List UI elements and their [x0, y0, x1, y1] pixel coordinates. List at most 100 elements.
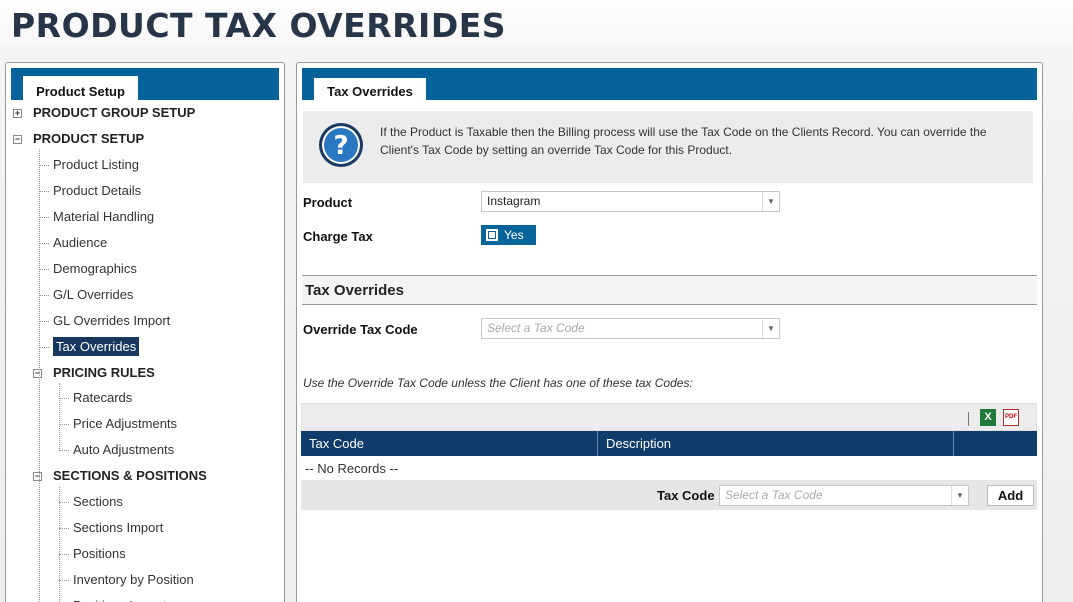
nav-item-label: Auto Adjustments	[73, 442, 175, 457]
charge-tax-value: Yes	[504, 228, 524, 242]
tree-connector	[39, 295, 49, 296]
expand-icon[interactable]: +	[13, 109, 22, 118]
left-nav-panel: Product Setup PRODUCT GROUP SETUP + PRODUC…	[5, 62, 285, 602]
tree-connector	[59, 580, 69, 581]
nav-item-product-group-setup[interactable]: PRODUCT GROUP SETUP	[33, 103, 195, 123]
nav-item-inventory-by-position[interactable]: Inventory by Position	[73, 570, 194, 590]
nav-item-label: Product Listing	[53, 157, 139, 172]
nav-item-label: Ratecards	[73, 390, 133, 405]
nav-item-demographics[interactable]: Demographics	[53, 259, 137, 279]
nav-item-audience[interactable]: Audience	[53, 233, 107, 253]
add-button[interactable]: Add	[987, 485, 1034, 506]
tree-connector	[39, 321, 49, 322]
nav-item-tax-overrides[interactable]: Tax Overrides	[53, 337, 140, 357]
nav-item-price-adjustments[interactable]: Price Adjustments	[73, 414, 177, 434]
nav-item-label: Sections	[73, 494, 123, 509]
nav-item-positions-import[interactable]: Positions Import	[73, 596, 166, 602]
override-tax-code-label: Override Tax Code	[303, 322, 418, 337]
tree-connector	[39, 243, 49, 244]
nav-item-label: GL Overrides Import	[53, 313, 171, 328]
nav-item-gl-overrides-import[interactable]: GL Overrides Import	[53, 311, 170, 331]
nav-item-label: PRODUCT GROUP SETUP	[33, 105, 196, 120]
collapse-icon[interactable]: −	[13, 135, 22, 144]
tree-connector	[59, 383, 60, 449]
checkbox-icon	[486, 229, 498, 241]
nav-item-auto-adjustments[interactable]: Auto Adjustments	[73, 440, 174, 460]
nav-item-label: Product Details	[53, 183, 142, 198]
chevron-down-icon[interactable]: ▼	[762, 192, 779, 211]
nav-item-label: Sections Import	[73, 520, 164, 535]
tree-connector	[59, 398, 69, 399]
footer-tax-code-select[interactable]: Select a Tax Code ▼	[719, 485, 969, 506]
nav-item-label: Positions	[73, 546, 126, 561]
grid-footer: Tax Code Select a Tax Code ▼ Add	[301, 481, 1037, 510]
tree-connector	[59, 554, 69, 555]
override-tax-code-select[interactable]: Select a Tax Code ▼	[481, 318, 780, 339]
nav-item-sections-positions[interactable]: SECTIONS & POSITIONS	[53, 466, 207, 486]
collapse-icon[interactable]: −	[33, 369, 42, 378]
svg-text:?: ?	[333, 131, 348, 161]
nav-item-pricing-rules[interactable]: PRICING RULES	[53, 363, 155, 383]
tree-connector	[39, 269, 49, 270]
product-select[interactable]: Instagram ▼	[481, 191, 780, 212]
tree-connector	[59, 528, 69, 529]
footer-tax-code-placeholder: Select a Tax Code	[725, 488, 823, 502]
override-note: Use the Override Tax Code unless the Cli…	[303, 376, 693, 390]
main-panel: Tax Overrides ? If the Product is Taxabl…	[296, 62, 1043, 602]
nav-item-product-listing[interactable]: Product Listing	[53, 155, 139, 175]
main-panel-header: Tax Overrides	[302, 68, 1037, 105]
nav-item-material-handling[interactable]: Material Handling	[53, 207, 154, 227]
nav-item-label: Audience	[53, 235, 108, 250]
nav-item-label: Inventory by Position	[73, 572, 194, 587]
column-header-description[interactable]: Description	[598, 431, 954, 456]
excel-export-icon[interactable]: X	[980, 409, 996, 426]
footer-tax-code-label: Tax Code	[657, 488, 715, 503]
nav-item-label: Price Adjustments	[73, 416, 178, 431]
nav-item-label: Tax Overrides	[53, 337, 140, 356]
nav-item-label: Material Handling	[53, 209, 155, 224]
nav-item-label: PRODUCT SETUP	[33, 131, 145, 146]
tree-connector	[39, 149, 40, 602]
nav-item-positions[interactable]: Positions	[73, 544, 126, 564]
product-select-value: Instagram	[487, 194, 541, 208]
nav-item-g-l-overrides[interactable]: G/L Overrides	[53, 285, 133, 305]
column-header-tax-code[interactable]: Tax Code	[301, 431, 598, 456]
tree-connector	[59, 450, 69, 451]
tab-tax-overrides[interactable]: Tax Overrides	[314, 78, 426, 105]
nav-item-product-setup[interactable]: PRODUCT SETUP	[33, 129, 144, 149]
grid-toolbar: X PDF	[301, 403, 1037, 431]
nav-item-label: G/L Overrides	[53, 287, 134, 302]
nav-item-product-details[interactable]: Product Details	[53, 181, 141, 201]
info-text: If the Product is Taxable then the Billi…	[380, 125, 987, 157]
nav-item-label: SECTIONS & POSITIONS	[53, 468, 207, 483]
nav-item-label: PRICING RULES	[53, 365, 155, 380]
no-records-row: -- No Records --	[301, 456, 1037, 481]
info-box: ? If the Product is Taxable then the Bil…	[303, 111, 1033, 183]
tree-connector	[39, 191, 49, 192]
nav-item-sections-import[interactable]: Sections Import	[73, 518, 163, 538]
collapse-icon[interactable]: −	[33, 472, 42, 481]
charge-tax-toggle[interactable]: Yes	[481, 225, 536, 245]
tree-connector	[39, 347, 49, 348]
nav-item-label: Demographics	[53, 261, 137, 276]
nav-item-label: Positions Import	[73, 598, 166, 602]
tree-connector	[59, 502, 69, 503]
nav-item-ratecards[interactable]: Ratecards	[73, 388, 132, 408]
page-title: PRODUCT TAX OVERRIDES	[11, 6, 507, 45]
product-label: Product	[303, 195, 353, 210]
charge-tax-label: Charge Tax	[303, 229, 373, 244]
chevron-down-icon[interactable]: ▼	[951, 486, 968, 505]
tree-connector	[39, 165, 49, 166]
section-title-tax-overrides: Tax Overrides	[302, 275, 1037, 305]
tree-connector	[39, 217, 49, 218]
tab-product-setup[interactable]: Product Setup	[23, 76, 138, 105]
tree-connector	[59, 487, 60, 602]
help-question-icon: ?	[319, 123, 363, 167]
chevron-down-icon[interactable]: ▼	[762, 319, 779, 338]
left-panel-header: Product Setup	[11, 68, 279, 105]
tree-connector	[59, 424, 69, 425]
pdf-export-icon[interactable]: PDF	[1003, 409, 1019, 426]
override-tax-code-placeholder: Select a Tax Code	[487, 321, 585, 335]
toolbar-divider	[968, 412, 969, 426]
nav-item-sections[interactable]: Sections	[73, 492, 123, 512]
